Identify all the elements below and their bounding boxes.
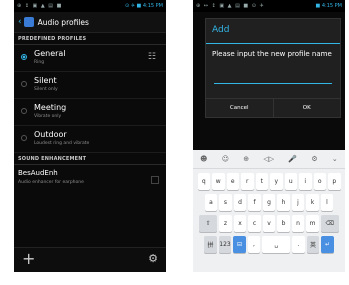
- key-row-1: q w e r t y u i o p: [193, 173, 345, 190]
- gear-icon[interactable]: ⚙: [148, 252, 158, 265]
- period-key[interactable]: .: [292, 236, 305, 253]
- key[interactable]: n: [291, 215, 305, 232]
- pinyin-key[interactable]: 拼: [204, 236, 217, 253]
- cursor-icon[interactable]: ◁▷: [263, 155, 274, 163]
- microphone-icon[interactable]: 🎤: [288, 155, 297, 163]
- back-icon[interactable]: ‹: [18, 17, 22, 27]
- key[interactable]: x: [233, 215, 247, 232]
- shift-key-icon[interactable]: ⇧: [199, 215, 218, 232]
- page-title: Audio profiles: [37, 17, 89, 27]
- status-notification-icons: ⊕ ↕ ▣ ▲ ▤ ■: [17, 3, 63, 9]
- profile-outdoor[interactable]: Outdoor Loudest ring and vibrate: [14, 126, 166, 153]
- profile-silent[interactable]: Silent Silent only: [14, 72, 166, 99]
- key[interactable]: o: [313, 173, 326, 190]
- key[interactable]: k: [306, 194, 319, 211]
- key[interactable]: t: [255, 173, 268, 190]
- add-icon[interactable]: +: [22, 249, 35, 268]
- emoji-icon[interactable]: ☻: [200, 155, 207, 163]
- profile-title: Outdoor: [34, 130, 67, 139]
- status-clock-text: ■ 4:15: [315, 3, 334, 9]
- status-bar: ⊕ ↔ ↕ ▣ ▲ ▤ ■ ⊙ ✈ ■ 4:15 PM: [193, 0, 345, 12]
- sound-enhancement-header: SOUND ENHANCEMENT: [14, 153, 166, 165]
- profile-name-input[interactable]: [214, 83, 332, 84]
- settings-sliders-icon[interactable]: ☷: [148, 52, 156, 62]
- radio-icon[interactable]: [21, 81, 27, 87]
- key[interactable]: i: [299, 173, 312, 190]
- backspace-key-icon[interactable]: ⌫: [320, 215, 339, 232]
- status-clock: ■ 4:15 PM: [316, 3, 342, 9]
- cancel-button[interactable]: Cancel: [206, 99, 273, 117]
- key[interactable]: v: [262, 215, 276, 232]
- language-key-icon[interactable]: ⊟: [233, 236, 246, 253]
- soft-keyboard: ☻ ☺ ⊕ ◁▷ 🎤 ⚙ ⌄ q w e r t y u i o p a s d…: [193, 150, 345, 272]
- space-key[interactable]: ␣: [262, 236, 291, 253]
- english-key[interactable]: 英: [306, 236, 320, 253]
- key[interactable]: m: [306, 215, 319, 232]
- key[interactable]: g: [262, 194, 276, 211]
- comma-key[interactable]: ,: [247, 236, 261, 253]
- profile-subtitle: Vibrate only: [34, 114, 62, 119]
- key[interactable]: w: [212, 173, 225, 190]
- dialog-message: Please input the new profile name: [212, 50, 332, 58]
- key[interactable]: r: [241, 173, 254, 190]
- status-bar: ⊕ ↕ ▣ ▲ ▤ ■ ⊙ ✈ ■ 4:15 PM: [14, 0, 166, 12]
- key[interactable]: a: [204, 194, 218, 211]
- status-clock: ⊙ ✈ ■ 4:15 PM: [125, 3, 163, 9]
- app-icon: [23, 17, 34, 27]
- key[interactable]: z: [219, 215, 232, 232]
- profile-title: Meeting: [34, 103, 67, 112]
- profile-general[interactable]: General Ring ☷: [14, 45, 166, 72]
- add-profile-screen: ⊕ ↔ ↕ ▣ ▲ ▤ ■ ⊙ ✈ ■ 4:15 PM Add Please i…: [193, 0, 345, 272]
- key-row-2: a s d f g h j k l: [193, 194, 345, 211]
- key[interactable]: c: [248, 215, 261, 232]
- key[interactable]: f: [248, 194, 261, 211]
- radio-icon[interactable]: [21, 108, 27, 114]
- key[interactable]: e: [226, 173, 239, 190]
- key[interactable]: l: [320, 194, 334, 211]
- status-clock-suffix: PM: [334, 3, 342, 9]
- emoticon-icon[interactable]: ☺: [222, 155, 229, 163]
- enter-key-icon[interactable]: ↵: [321, 236, 334, 253]
- key[interactable]: q: [197, 173, 210, 190]
- action-bar: ‹ Audio profiles: [14, 12, 166, 33]
- key[interactable]: y: [270, 173, 283, 190]
- chevron-down-icon[interactable]: ⌄: [332, 155, 338, 163]
- key[interactable]: j: [291, 194, 305, 211]
- predefined-profiles-header: PREDEFINED PROFILES: [14, 33, 166, 45]
- dialog-buttons: Cancel OK: [206, 98, 340, 117]
- enhancement-subtitle: Audio enhancer for earphone: [18, 180, 84, 185]
- enhancement-checkbox[interactable]: [151, 176, 159, 184]
- audio-profiles-screen: ⊕ ↕ ▣ ▲ ▤ ■ ⊙ ✈ ■ 4:15 PM ‹ Audio profil…: [14, 0, 166, 272]
- key[interactable]: u: [284, 173, 297, 190]
- ok-button[interactable]: OK: [272, 99, 341, 117]
- keyboard-settings-icon[interactable]: ⚙: [311, 155, 317, 163]
- besaudenh-item[interactable]: BesAudEnh Audio enhancer for earphone: [14, 165, 166, 197]
- bottom-action-bar: + ⚙: [14, 247, 166, 272]
- dialog-title: Add: [212, 25, 230, 35]
- add-profile-dialog: Add Please input the new profile name Ca…: [205, 18, 341, 118]
- profile-meeting[interactable]: Meeting Vibrate only: [14, 99, 166, 126]
- enhancement-title: BesAudEnh: [18, 169, 58, 177]
- key[interactable]: d: [233, 194, 247, 211]
- radio-selected-icon[interactable]: [21, 54, 27, 60]
- profile-subtitle: Silent only: [34, 87, 58, 92]
- key-row-3: ⇧ z x c v b n m ⌫: [193, 215, 345, 232]
- status-clock-text: ⊙ ✈ ■ 4:15: [124, 3, 155, 9]
- radio-icon[interactable]: [21, 135, 27, 141]
- key[interactable]: h: [277, 194, 290, 211]
- profile-title: Silent: [34, 76, 57, 85]
- profile-title: General: [34, 49, 66, 58]
- profile-subtitle: Loudest ring and vibrate: [34, 141, 90, 146]
- key[interactable]: p: [328, 173, 341, 190]
- key[interactable]: b: [277, 215, 290, 232]
- key-row-4: 拼 123 ⊟ , ␣ . 英 ↵: [193, 236, 345, 253]
- keyboard-toolbar: ☻ ☺ ⊕ ◁▷ 🎤 ⚙ ⌄: [193, 150, 345, 169]
- profile-subtitle: Ring: [34, 60, 45, 65]
- numbers-key[interactable]: 123: [218, 236, 232, 253]
- globe-icon[interactable]: ⊕: [243, 155, 249, 163]
- status-notification-icons: ⊕ ↔ ↕ ▣ ▲ ▤ ■ ⊙ ✈: [196, 3, 265, 9]
- status-clock-suffix: PM: [155, 3, 163, 9]
- key[interactable]: s: [219, 194, 232, 211]
